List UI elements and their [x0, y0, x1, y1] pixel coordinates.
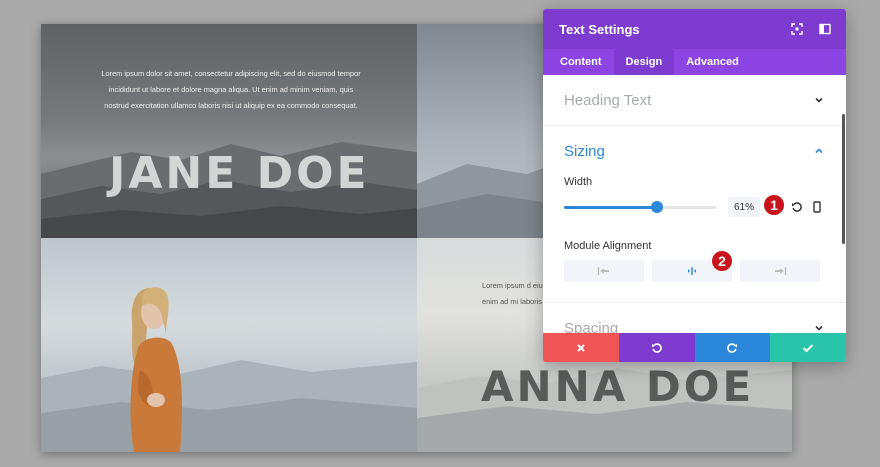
panel-body: Heading Text Sizing Width 61% Module Ali…	[543, 75, 846, 333]
heading-text-toggle[interactable]: Heading Text	[543, 75, 846, 125]
redo-icon	[727, 342, 738, 353]
mist-mountain-background	[41, 360, 417, 452]
panel-footer	[543, 333, 846, 362]
align-right-button[interactable]	[740, 260, 820, 282]
width-slider-fill	[564, 205, 657, 209]
panel-scrollbar[interactable]	[842, 114, 845, 244]
width-slider[interactable]	[564, 200, 716, 213]
width-control: 61%	[564, 196, 825, 218]
align-left-icon	[597, 267, 609, 275]
sizing-section: Sizing Width 61% Module Alignment 1 2	[543, 126, 846, 303]
chevron-down-icon	[815, 97, 823, 103]
anna-doe-heading: ANNA DOE	[481, 362, 755, 411]
sidebar-icon[interactable]	[818, 22, 832, 36]
module-alignment-options	[564, 260, 825, 282]
close-icon	[577, 343, 585, 352]
portrait-cell	[41, 238, 417, 452]
panel-header[interactable]: Text Settings	[543, 9, 846, 49]
jane-doe-cell: Lorem ipsum dolor sit amet, consectetur …	[41, 24, 417, 238]
sizing-toggle[interactable]: Sizing	[543, 126, 846, 176]
align-center-icon	[688, 267, 696, 275]
section-title: Sizing	[564, 142, 605, 160]
save-button[interactable]	[770, 333, 846, 362]
spacing-toggle[interactable]: Spacing	[543, 303, 846, 333]
width-value-input[interactable]: 61%	[728, 197, 760, 217]
phone-icon[interactable]	[810, 200, 824, 214]
woman-portrait	[130, 287, 182, 452]
heading-text-section: Heading Text	[543, 75, 846, 126]
align-right-icon	[775, 267, 787, 275]
panel-title: Text Settings	[559, 21, 640, 37]
chevron-down-icon	[815, 325, 823, 331]
check-icon	[802, 343, 814, 352]
module-alignment-label: Module Alignment	[564, 240, 652, 252]
align-left-button[interactable]	[564, 260, 644, 282]
section-title: Heading Text	[564, 91, 652, 109]
mountain-background	[41, 142, 417, 238]
tab-content[interactable]: Content	[548, 49, 614, 75]
reset-icon[interactable]	[790, 200, 804, 214]
sizing-content: Width 61% Module Alignment 1 2	[543, 176, 846, 302]
spacing-section: Spacing	[543, 303, 846, 333]
undo-icon	[651, 342, 662, 353]
jane-bio-text: Lorem ipsum dolor sit amet, consectetur …	[101, 69, 361, 110]
settings-tabs: Content Design Advanced	[543, 49, 846, 75]
jane-doe-heading: JANE DOE	[109, 148, 370, 199]
width-slider-thumb[interactable]	[650, 200, 663, 213]
text-settings-panel: Text Settings Content Design Advanced He…	[543, 9, 846, 362]
cancel-button[interactable]	[543, 333, 619, 362]
tab-design[interactable]: Design	[613, 49, 675, 75]
step-badge-2: 2	[711, 250, 733, 272]
chevron-up-icon	[815, 148, 823, 154]
step-badge-1: 1	[763, 194, 785, 216]
undo-button[interactable]	[618, 333, 695, 362]
tab-advanced[interactable]: Advanced	[674, 49, 751, 75]
header-actions	[790, 22, 832, 36]
section-title: Spacing	[564, 319, 619, 334]
expand-icon[interactable]	[790, 22, 804, 36]
redo-button[interactable]	[694, 333, 771, 362]
width-label: Width	[564, 176, 593, 188]
